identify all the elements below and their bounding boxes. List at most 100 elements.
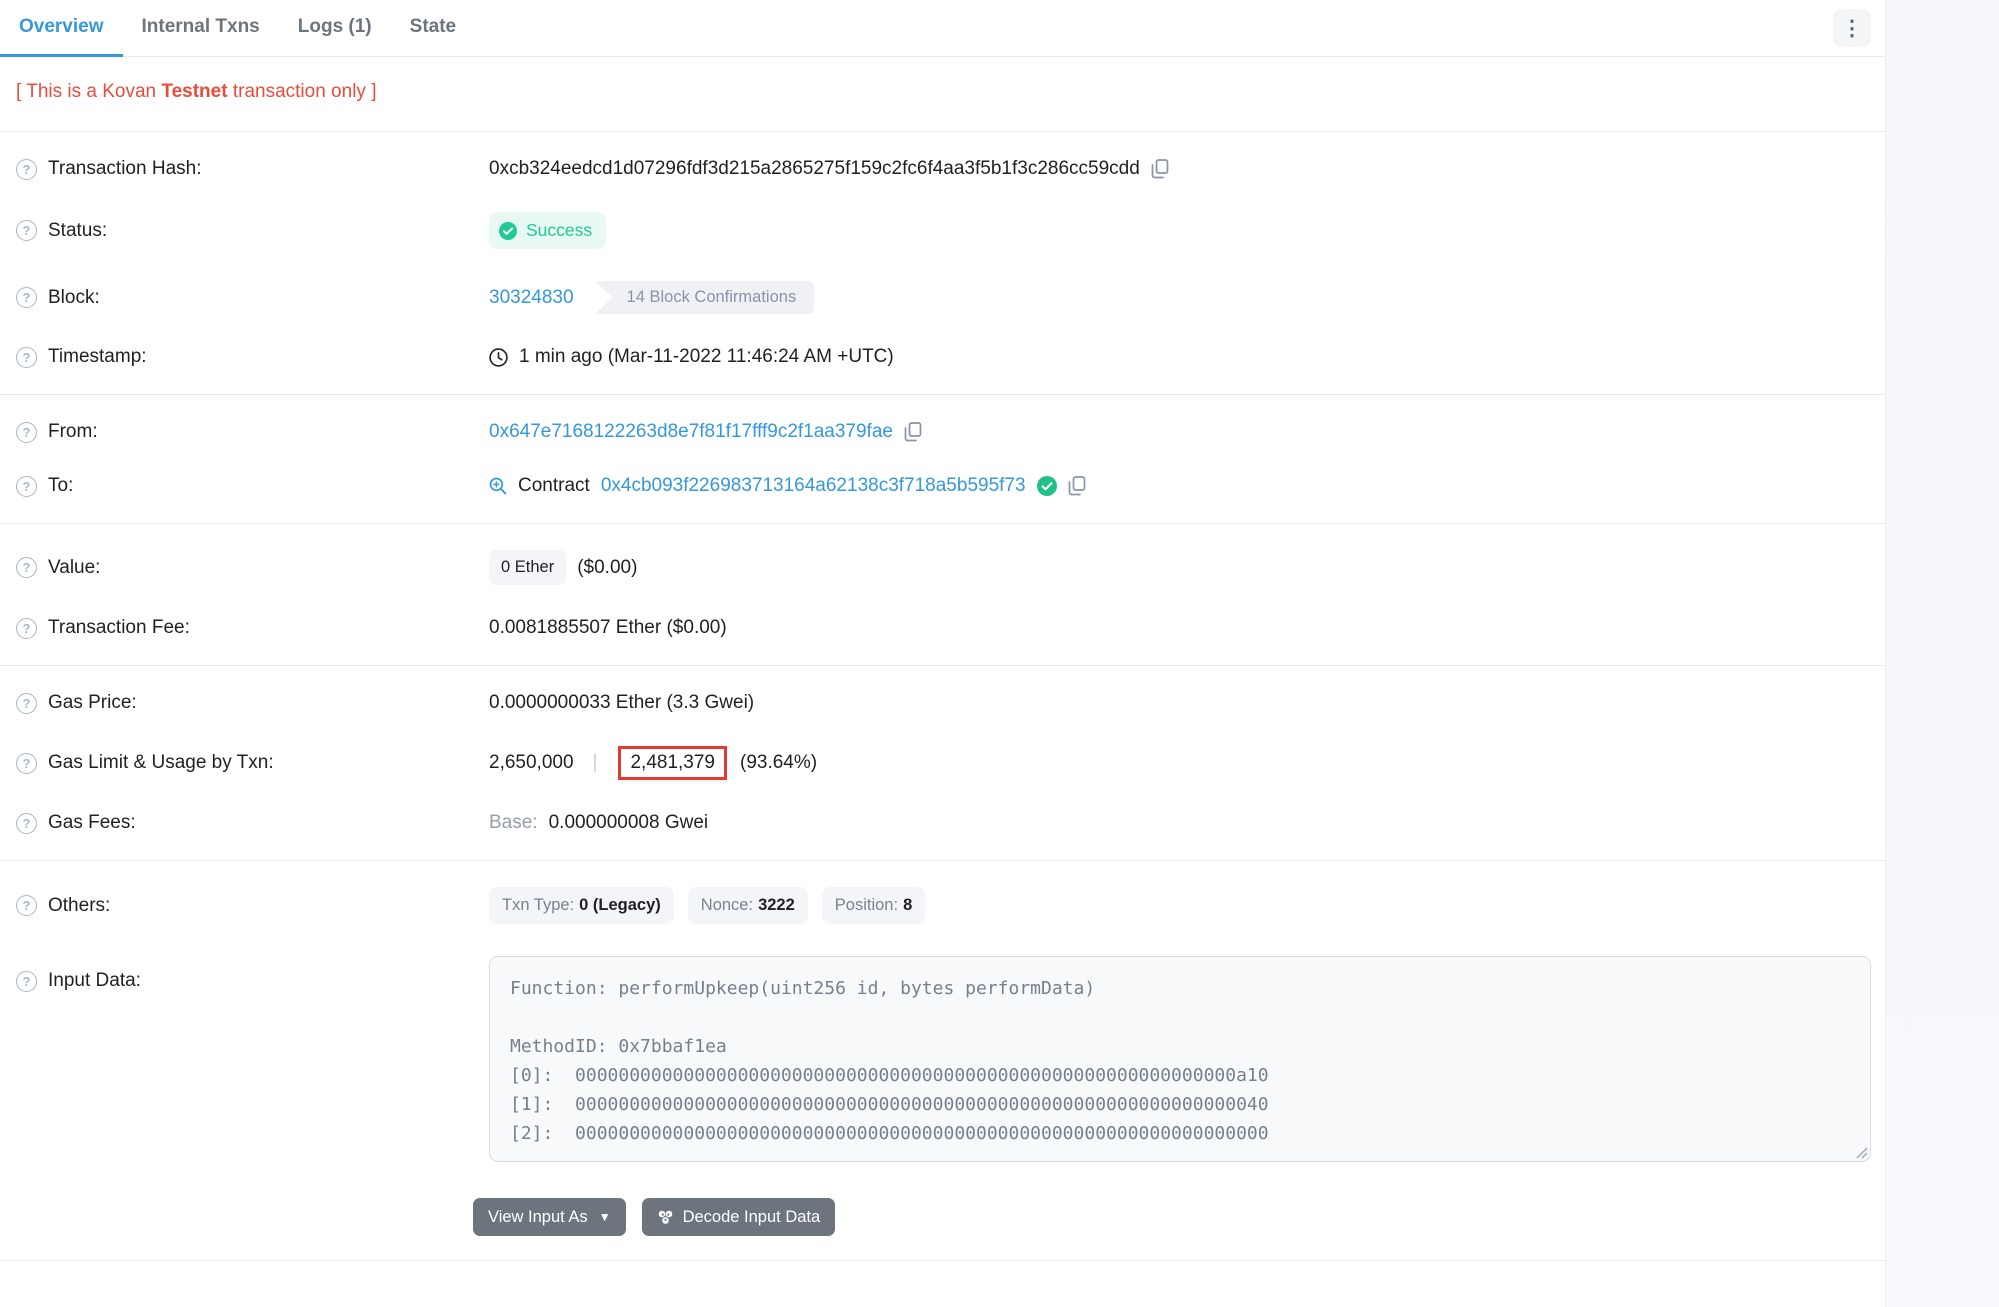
row-gas-price: ? Gas Price: 0.0000000033 Ether (3.3 Gwe… — [0, 676, 1885, 730]
row-gas-limit-usage: ? Gas Limit & Usage by Txn: 2,650,000 | … — [0, 730, 1885, 796]
row-transaction-hash: ? Transaction Hash: 0xcb324eedcd1d07296f… — [0, 142, 1885, 196]
row-transaction-fee: ? Transaction Fee: 0.0081885507 Ether ($… — [0, 601, 1885, 655]
row-from: ? From: 0x647e7168122263d8e7f81f17fff9c2… — [0, 405, 1885, 459]
copy-icon — [1068, 476, 1086, 496]
help-icon[interactable]: ? — [16, 159, 37, 180]
to-address-link[interactable]: 0x4cb093f226983713164a62138c3f718a5b595f… — [601, 475, 1026, 497]
help-icon[interactable]: ? — [16, 557, 37, 578]
tab-overview[interactable]: Overview — [0, 0, 123, 57]
label-text: Status: — [48, 220, 107, 242]
transaction-fee-value: 0.0081885507 Ether ($0.00) — [489, 617, 727, 639]
label-text: Gas Fees: — [48, 812, 136, 834]
to-contract-word: Contract — [518, 475, 590, 497]
copy-icon — [1151, 159, 1169, 179]
row-others: ? Others: Txn Type: 0 (Legacy) Nonce: 32… — [0, 871, 1885, 940]
tab-logs[interactable]: Logs (1) — [279, 0, 391, 57]
decode-input-data-button[interactable]: Decode Input Data — [642, 1198, 836, 1236]
help-icon[interactable]: ? — [16, 618, 37, 639]
from-label: ? From: — [16, 421, 489, 443]
base-fee-value: 0.000000008 Gwei — [549, 812, 709, 834]
notice-text-1: [ This is a Kovan — [16, 81, 161, 102]
label-text: Value: — [48, 557, 100, 579]
resize-handle-icon[interactable] — [1856, 1147, 1868, 1159]
transaction-overview-card: Overview Internal Txns Logs (1) State ⋮ … — [0, 0, 1886, 1307]
others-label: ? Others: — [16, 895, 489, 917]
block-number-link[interactable]: 30324830 — [489, 287, 574, 309]
transaction-hash-value: 0xcb324eedcd1d07296fdf3d215a2865275f159c… — [489, 158, 1140, 180]
help-icon[interactable]: ? — [16, 971, 37, 992]
label-text: Transaction Hash: — [48, 158, 201, 180]
copy-from-address-button[interactable] — [904, 422, 922, 442]
section-value: ? Value: 0 Ether ($0.00) ? Transaction F… — [0, 524, 1885, 666]
label-text: Gas Limit & Usage by Txn: — [48, 752, 274, 774]
help-icon[interactable]: ? — [16, 895, 37, 916]
input-data-textarea[interactable]: Function: performUpkeep(uint256 id, byte… — [489, 956, 1871, 1162]
nonce-value: 3222 — [758, 896, 795, 915]
nonce-key: Nonce: — [701, 896, 753, 915]
section-others: ? Others: Txn Type: 0 (Legacy) Nonce: 32… — [0, 861, 1885, 1271]
row-value: ? Value: 0 Ether ($0.00) — [0, 534, 1885, 601]
help-icon[interactable]: ? — [16, 813, 37, 834]
section-summary: ? Transaction Hash: 0xcb324eedcd1d07296f… — [0, 132, 1885, 395]
notice-text-bold: Testnet — [161, 81, 227, 102]
zoom-in-icon[interactable] — [489, 477, 507, 495]
more-options-button[interactable]: ⋮ — [1833, 9, 1871, 47]
row-gas-fees: ? Gas Fees: Base: 0.000000008 Gwei — [0, 796, 1885, 850]
transaction-hash-label: ? Transaction Hash: — [16, 158, 489, 180]
label-text: Gas Price: — [48, 692, 137, 714]
block-confirmations-badge: 14 Block Confirmations — [595, 281, 815, 314]
copy-icon — [904, 422, 922, 442]
separator: | — [593, 752, 598, 774]
gas-used-value: 2,481,379 — [630, 752, 715, 773]
verified-check-icon — [1037, 476, 1057, 496]
success-check-icon — [499, 222, 517, 240]
label-text: From: — [48, 421, 98, 443]
txn-type-value: 0 (Legacy) — [579, 896, 661, 915]
chevron-down-icon: ▼ — [599, 1210, 611, 1224]
copy-to-address-button[interactable] — [1068, 476, 1086, 496]
transaction-fee-label: ? Transaction Fee: — [16, 617, 489, 639]
row-status: ? Status: Success — [0, 196, 1885, 265]
help-icon[interactable]: ? — [16, 220, 37, 241]
position-value: 8 — [903, 896, 912, 915]
section-gas: ? Gas Price: 0.0000000033 Ether (3.3 Gwe… — [0, 666, 1885, 861]
help-icon[interactable]: ? — [16, 753, 37, 774]
txn-type-key: Txn Type: — [502, 896, 574, 915]
from-address-link[interactable]: 0x647e7168122263d8e7f81f17fff9c2f1aa379f… — [489, 421, 893, 443]
view-input-as-label: View Input As — [488, 1208, 588, 1227]
help-icon[interactable]: ? — [16, 287, 37, 308]
status-label: ? Status: — [16, 220, 489, 242]
status-badge: Success — [489, 212, 606, 249]
section-parties: ? From: 0x647e7168122263d8e7f81f17fff9c2… — [0, 395, 1885, 524]
row-timestamp: ? Timestamp: 1 min ago (Mar-11-2022 11:4… — [0, 330, 1885, 384]
usd-value: ($0.00) — [577, 557, 637, 579]
input-data-actions: View Input As ▼ Decode Input Data — [457, 1178, 1885, 1260]
label-text: Block: — [48, 287, 100, 309]
row-block: ? Block: 30324830 14 Block Confirmations — [0, 265, 1885, 330]
position-key: Position: — [835, 896, 898, 915]
ether-value-badge: 0 Ether — [489, 550, 566, 585]
gas-fees-label: ? Gas Fees: — [16, 812, 489, 834]
help-icon[interactable]: ? — [16, 693, 37, 714]
view-input-as-button[interactable]: View Input As ▼ — [473, 1198, 626, 1236]
nonce-badge: Nonce: 3222 — [688, 887, 808, 924]
copy-transaction-hash-button[interactable] — [1151, 159, 1169, 179]
gas-price-label: ? Gas Price: — [16, 692, 489, 714]
timestamp-label: ? Timestamp: — [16, 346, 489, 368]
help-icon[interactable]: ? — [16, 476, 37, 497]
input-data-label: ? Input Data: — [16, 970, 489, 992]
label-text: Timestamp: — [48, 346, 147, 368]
row-to: ? To: Contract 0x4cb093f226983713164a621… — [0, 459, 1885, 513]
gas-used-highlight-box: 2,481,379 — [618, 746, 727, 780]
kebab-icon: ⋮ — [1842, 18, 1863, 39]
tab-state[interactable]: State — [391, 0, 475, 57]
txn-type-badge: Txn Type: 0 (Legacy) — [489, 887, 674, 924]
help-icon[interactable]: ? — [16, 422, 37, 443]
clock-icon — [489, 348, 508, 367]
help-icon[interactable]: ? — [16, 347, 37, 368]
status-text: Success — [526, 220, 592, 241]
base-fee-label: Base: — [489, 812, 538, 834]
tab-internal-txns[interactable]: Internal Txns — [123, 0, 279, 57]
row-input-data: ? Input Data: Function: performUpkeep(ui… — [0, 940, 1885, 1178]
label-text: Input Data: — [48, 970, 141, 992]
